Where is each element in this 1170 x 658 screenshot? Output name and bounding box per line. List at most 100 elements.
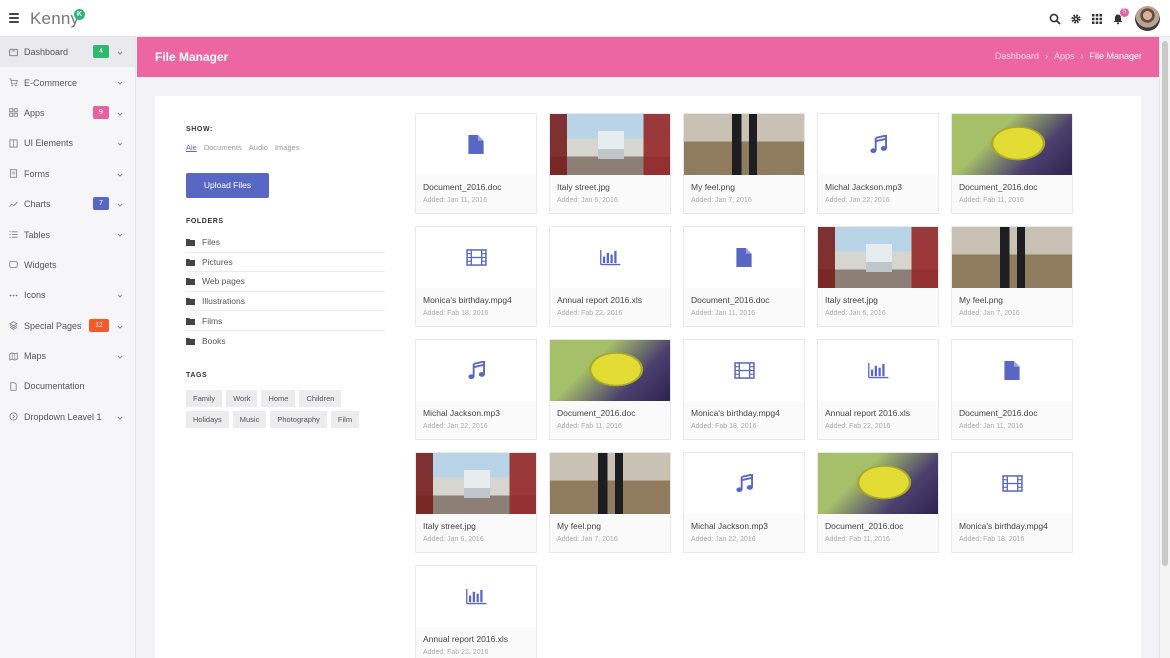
tag-chip[interactable]: Holidays xyxy=(186,411,229,428)
file-name: Italy street.jpg xyxy=(423,521,476,531)
folder-item[interactable]: Illustrations xyxy=(186,292,385,312)
file-card[interactable]: Document_2016.doc Added: Fab 11, 2016 xyxy=(549,339,671,440)
folder-item[interactable]: Files xyxy=(186,233,385,253)
file-card[interactable]: Italy street.jpg Added: Jan 6, 2016 xyxy=(415,452,537,553)
file-card[interactable]: Michal Jackson.mp3 Added: Jan 22, 2016 xyxy=(415,339,537,440)
sidebar-item-widgets[interactable]: Widgets xyxy=(0,250,135,280)
chevron-down-icon[interactable] xyxy=(117,352,123,359)
file-date: Added: Jan 22, 2016 xyxy=(825,197,890,204)
file-card[interactable]: Document_2016.doc Added: Fab 11, 2016 xyxy=(951,113,1073,214)
file-card[interactable]: Annual report 2016.xls Added: Fab 22, 201… xyxy=(817,339,939,440)
file-card[interactable]: Monica's birthday.mpg4 Added: Fab 18, 201… xyxy=(951,452,1073,553)
file-card[interactable]: Michal Jackson.mp3 Added: Jan 22, 2016 xyxy=(817,113,939,214)
sidebar-item-label: Maps xyxy=(24,351,47,362)
tag-chip[interactable]: Family xyxy=(186,390,223,407)
file-card[interactable]: My feel.png Added: Jan 7, 2016 xyxy=(951,226,1073,327)
folder-label: Files xyxy=(202,237,220,248)
file-thumbnail xyxy=(684,453,804,514)
sidebar-item-label: E-Commerce xyxy=(24,77,78,88)
chevron-down-icon[interactable] xyxy=(117,322,123,329)
folder-item[interactable]: Pictures xyxy=(186,253,385,273)
file-thumbnail xyxy=(416,453,536,514)
sidebar-item-tables[interactable]: Tables xyxy=(0,219,135,249)
chevron-down-icon[interactable] xyxy=(117,200,123,207)
leaf-photo-thumbnail xyxy=(818,453,938,514)
file-card[interactable]: Document_2016.doc Added: Jan 11, 2016 xyxy=(951,339,1073,440)
page-scrollbar[interactable] xyxy=(1159,37,1170,658)
leaf-photo-thumbnail xyxy=(952,114,1072,175)
sidebar-item-documentation[interactable]: Documentation xyxy=(0,371,135,401)
sidebar-item-icons[interactable]: Icons xyxy=(0,280,135,310)
menu-toggle-icon[interactable] xyxy=(9,13,19,23)
breadcrumb-dashboard[interactable]: Dashboard xyxy=(995,51,1039,61)
bar-chart-icon xyxy=(599,249,620,266)
filter-images[interactable]: Images xyxy=(275,143,300,152)
sidebar-item-special-pages[interactable]: Special Pages 12 xyxy=(0,311,135,341)
folder-item[interactable]: Books xyxy=(186,331,385,351)
sidebar-item-ui-elements[interactable]: UI Elements xyxy=(0,128,135,158)
folder-item[interactable]: Films xyxy=(186,311,385,331)
chevron-down-icon[interactable] xyxy=(117,78,123,86)
sidebar-item-label: Special Pages xyxy=(24,320,82,331)
file-date: Added: Fab 18, 2016 xyxy=(423,310,489,317)
sidebar-item-e-commerce[interactable]: E-Commerce xyxy=(0,67,135,97)
sidebar-item-maps[interactable]: Maps xyxy=(0,341,135,371)
tag-chip[interactable]: Children xyxy=(299,390,342,407)
sidebar-item-charts[interactable]: Charts 7 xyxy=(0,189,135,219)
folder-item[interactable]: Web pages xyxy=(186,272,385,292)
folder-list: Files Pictures Web pages Illustrations Films… xyxy=(186,233,385,351)
gear-icon[interactable] xyxy=(1070,13,1082,25)
tag-chip[interactable]: Home xyxy=(261,390,296,407)
filter-audio[interactable]: Audio xyxy=(249,143,268,152)
chevron-down-icon[interactable] xyxy=(117,413,123,420)
bell-icon[interactable]: 5 xyxy=(1112,7,1129,25)
grid-apps-icon[interactable] xyxy=(1091,13,1103,25)
file-card[interactable]: Italy street.jpg Added: Jan 6, 2016 xyxy=(817,226,939,327)
tag-chip[interactable]: Music xyxy=(232,411,267,428)
file-card[interactable]: Monica's birthday.mpg4 Added: Fab 18, 201… xyxy=(415,226,537,327)
filter-documents[interactable]: Documents xyxy=(204,143,242,152)
file-card[interactable]: Document_2016.doc Added: Jan 11, 2016 xyxy=(415,113,537,214)
file-card[interactable]: Annual report 2016.xls Added: Fab 22, 201… xyxy=(549,226,671,327)
sidebar-item-apps[interactable]: Apps 9 xyxy=(0,98,135,128)
file-card[interactable]: Monica's birthday.mpg4 Added: Fab 18, 201… xyxy=(683,339,805,440)
file-thumbnail xyxy=(952,114,1072,175)
chevron-down-icon[interactable] xyxy=(117,48,123,55)
chevron-down-icon[interactable] xyxy=(117,109,123,116)
sidebar-badge: 9 xyxy=(93,105,109,119)
file-card[interactable]: Document_2016.doc Added: Jan 11, 2016 xyxy=(683,226,805,327)
special-pages-icon xyxy=(9,321,18,330)
app-logo[interactable]: Kenny xyxy=(30,9,79,29)
tag-chip[interactable]: Work xyxy=(226,390,258,407)
upload-files-button[interactable]: Upload Files xyxy=(186,173,269,198)
sidebar-item-forms[interactable]: Forms xyxy=(0,159,135,189)
file-thumbnail xyxy=(550,114,670,175)
file-card[interactable]: My feel.png Added: Jan 7, 2016 xyxy=(549,452,671,553)
tag-chip[interactable]: Photography xyxy=(270,411,327,428)
file-card[interactable]: Italy street.jpg Added: Jan 6, 2016 xyxy=(549,113,671,214)
street-photo-thumbnail xyxy=(818,227,938,288)
chevron-down-icon[interactable] xyxy=(117,291,123,298)
tag-chip[interactable]: Film xyxy=(330,411,360,428)
chevron-down-icon[interactable] xyxy=(117,230,123,238)
chevron-down-icon[interactable] xyxy=(117,170,123,177)
filter-all[interactable]: Ale xyxy=(186,143,197,152)
dropdown-icon xyxy=(9,412,18,421)
file-name: Italy street.jpg xyxy=(825,295,878,305)
sidebar-item-dashboard[interactable]: Dashboard 4 xyxy=(0,37,135,68)
user-avatar[interactable] xyxy=(1135,6,1160,31)
search-icon[interactable] xyxy=(1049,13,1061,25)
file-card[interactable]: Michal Jackson.mp3 Added: Jan 22, 2016 xyxy=(683,452,805,553)
file-thumbnail xyxy=(952,453,1072,514)
file-card[interactable]: Annual report 2016.xls Added: Fab 22, 201… xyxy=(415,565,537,658)
tables-icon xyxy=(9,230,18,239)
sidebar-item-label: Charts xyxy=(24,199,51,210)
sidebar-item-dropdown-leavel-1[interactable]: Dropdown Leavel 1 xyxy=(0,402,135,432)
chevron-down-icon[interactable] xyxy=(117,139,123,146)
breadcrumb-apps[interactable]: Apps xyxy=(1054,51,1075,61)
folder-icon xyxy=(186,238,202,247)
scrollbar-thumb[interactable] xyxy=(1162,41,1168,566)
street-photo-thumbnail xyxy=(550,114,670,175)
file-card[interactable]: Document_2016.doc Added: Fab 11, 2016 xyxy=(817,452,939,553)
file-card[interactable]: My feel.png Added: Jan 7, 2016 xyxy=(683,113,805,214)
